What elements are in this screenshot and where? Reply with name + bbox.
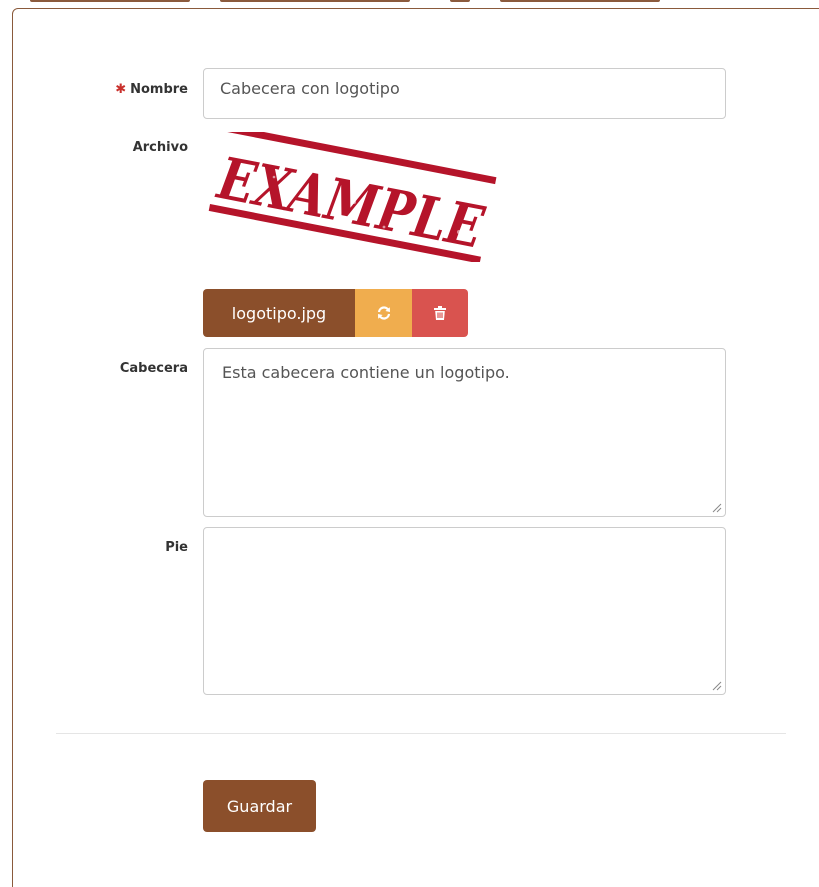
replace-file-button[interactable] (355, 289, 412, 337)
nombre-value: Cabecera con logotipo (220, 79, 400, 98)
example-stamp-text: EXAMPLE (211, 144, 489, 262)
pie-label: Pie (165, 540, 188, 555)
file-name-button[interactable]: logotipo.jpg (203, 289, 355, 337)
resize-handle-icon[interactable] (712, 503, 722, 513)
archivo-label: Archivo (132, 140, 188, 155)
cabecera-textarea[interactable]: Esta cabecera contiene un logotipo. (203, 348, 726, 517)
example-image: EXAMPLE (208, 132, 497, 262)
save-button-label: Guardar (226, 796, 293, 816)
cabecera-value: Esta cabecera contiene un logotipo. (222, 363, 510, 382)
file-name-label: logotipo.jpg (231, 303, 327, 323)
cabecera-label: Cabecera (119, 361, 188, 376)
resize-handle-icon[interactable] (712, 681, 722, 691)
delete-file-button[interactable] (412, 289, 468, 337)
required-asterisk-icon: ✱ (115, 82, 127, 97)
refresh-icon (377, 306, 390, 320)
nombre-input[interactable]: Cabecera con logotipo (203, 68, 726, 119)
pie-textarea[interactable] (203, 527, 726, 695)
page: ✱ Nombre Cabecera con logotipo Archivo EX… (0, 0, 819, 887)
nombre-label: ✱ Nombre (115, 82, 188, 97)
trash-icon (434, 306, 446, 320)
page-title-cut-off (30, 0, 730, 6)
save-button[interactable]: Guardar (203, 780, 316, 832)
form-divider (56, 733, 786, 734)
